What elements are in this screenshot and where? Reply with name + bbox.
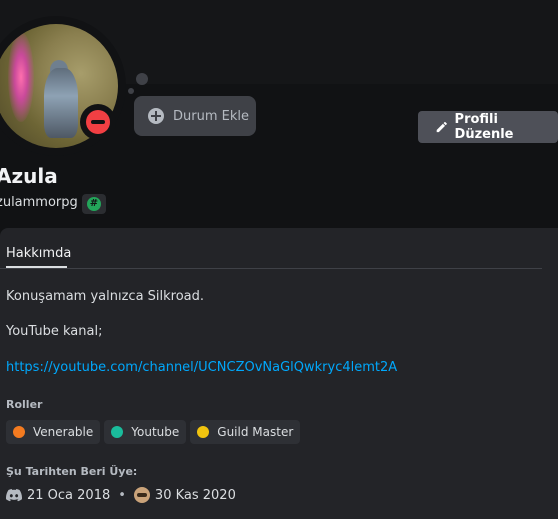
role-label: Guild Master bbox=[217, 425, 294, 439]
member-since-heading: Şu Tarihten Beri Üye: bbox=[6, 465, 138, 478]
add-status-button[interactable]: Durum Ekle bbox=[134, 96, 256, 136]
pencil-icon bbox=[436, 121, 447, 133]
bio-line: YouTube kanal; bbox=[6, 324, 103, 339]
role-label: Youtube bbox=[131, 425, 180, 439]
bio-youtube-link[interactable]: https://youtube.com/channel/UCNCZOvNaGlQ… bbox=[6, 360, 397, 375]
edit-profile-button[interactable]: Profili Düzenle bbox=[418, 111, 558, 143]
roles-heading: Roller bbox=[6, 398, 43, 411]
add-status-label: Durum Ekle bbox=[173, 108, 249, 124]
thought-bubble-medium bbox=[136, 73, 148, 85]
roles-list: Venerable Youtube Guild Master bbox=[6, 420, 301, 444]
do-not-disturb-status-icon[interactable] bbox=[86, 110, 110, 134]
hashtag-badge-icon: # bbox=[87, 197, 101, 211]
date-separator: • bbox=[118, 487, 126, 503]
avatar-figure bbox=[44, 68, 78, 138]
server-join-date: 30 Kas 2020 bbox=[154, 487, 236, 503]
edit-profile-label: Profili Düzenle bbox=[454, 112, 514, 142]
role-pill-venerable[interactable]: Venerable bbox=[6, 420, 101, 444]
role-color-dot bbox=[13, 426, 25, 438]
role-label: Venerable bbox=[33, 425, 94, 439]
thought-bubble-small bbox=[128, 88, 134, 94]
server-icon bbox=[133, 487, 150, 503]
tab-about[interactable]: Hakkımda bbox=[6, 246, 71, 261]
bio-line: Konuşamam yalnızca Silkroad. bbox=[6, 289, 205, 304]
role-color-dot bbox=[111, 426, 124, 438]
role-pill-youtube[interactable]: Youtube bbox=[104, 420, 187, 444]
member-since-row: 21 Oca 2018 • 30 Kas 2020 bbox=[6, 487, 236, 503]
discord-join-date: 21 Oca 2018 bbox=[27, 487, 111, 503]
discord-logo-icon bbox=[6, 489, 22, 502]
plus-circle-icon bbox=[148, 108, 164, 124]
avatar-glow bbox=[8, 32, 34, 122]
role-pill-guild-master[interactable]: Guild Master bbox=[190, 420, 301, 444]
profile-badge[interactable]: # bbox=[82, 194, 106, 214]
tab-divider bbox=[0, 268, 542, 269]
role-color-dot bbox=[197, 426, 210, 438]
display-name: Azula bbox=[0, 164, 58, 188]
username: zulammorpg bbox=[0, 195, 78, 210]
